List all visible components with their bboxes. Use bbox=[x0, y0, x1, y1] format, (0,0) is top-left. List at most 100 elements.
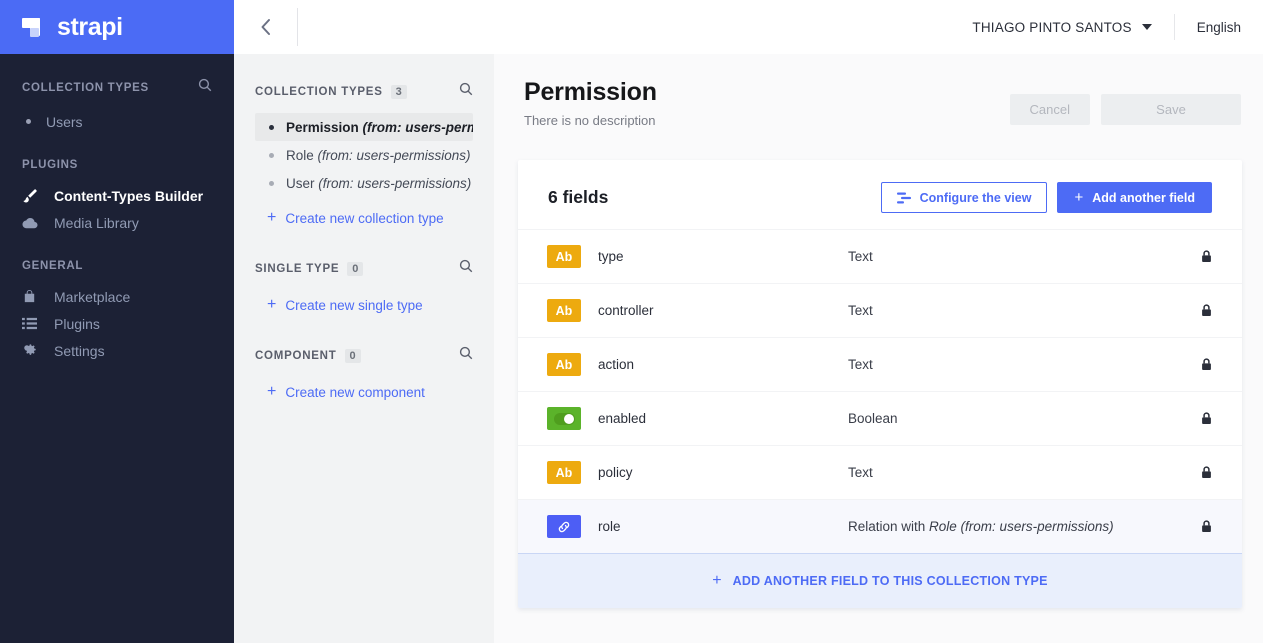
chevron-left-icon[interactable] bbox=[234, 0, 298, 54]
table-row[interactable]: Ab type Text bbox=[518, 229, 1242, 283]
add-another-field-footer-button[interactable]: + ADD ANOTHER FIELD TO THIS COLLECTION T… bbox=[518, 553, 1242, 608]
content-type-name: Role bbox=[286, 147, 314, 163]
save-button[interactable]: Save bbox=[1101, 94, 1241, 125]
field-type: Text bbox=[848, 249, 873, 264]
brand-logo[interactable]: strapi bbox=[0, 0, 234, 54]
add-another-field-button[interactable]: + Add another field bbox=[1057, 182, 1212, 213]
chevron-down-icon bbox=[1141, 24, 1152, 30]
field-type: Text bbox=[848, 357, 873, 372]
sidebar-item-label: Plugins bbox=[54, 315, 100, 332]
sidebar-section-collection-types: COLLECTION TYPES Users bbox=[0, 78, 234, 135]
lock-icon bbox=[1192, 520, 1212, 533]
search-icon[interactable] bbox=[459, 259, 473, 278]
page-header-actions: Cancel Save bbox=[1009, 94, 1241, 125]
content-type-source: (from: users-permis... bbox=[362, 119, 473, 135]
create-new-collection-type-button[interactable]: + Create new collection type bbox=[255, 203, 473, 233]
text-type-icon: Ab bbox=[547, 353, 581, 376]
divider bbox=[297, 8, 298, 46]
list-icon bbox=[22, 316, 42, 331]
sidebar-item-label: Marketplace bbox=[54, 288, 131, 305]
search-icon[interactable] bbox=[459, 82, 473, 101]
page-header: Permission There is no description Cance… bbox=[494, 54, 1263, 128]
cloud-icon bbox=[22, 217, 42, 229]
app-root: strapi COLLECTION TYPES Users PLUGINS Co… bbox=[0, 0, 1263, 643]
text-type-icon: Ab bbox=[547, 461, 581, 484]
content-types-panel: COLLECTION TYPES 3 Permission (from: use… bbox=[234, 0, 494, 643]
table-row[interactable]: enabled Boolean bbox=[518, 391, 1242, 445]
plus-icon: + bbox=[267, 383, 277, 400]
sidebar-section-plugins: PLUGINS Content-Types Builder Media Libr… bbox=[0, 159, 234, 236]
add-another-field-label: Add another field bbox=[1092, 190, 1195, 205]
table-row[interactable]: role Relation with Role (from: users-per… bbox=[518, 499, 1242, 553]
table-row[interactable]: Ab controller Text bbox=[518, 283, 1242, 337]
text-type-icon: Ab bbox=[547, 299, 581, 322]
brand-name: strapi bbox=[57, 12, 123, 41]
bullet-icon bbox=[269, 152, 274, 158]
field-name: action bbox=[598, 357, 635, 372]
sidebar-item-plugins[interactable]: Plugins bbox=[22, 310, 212, 337]
content-type-item-user[interactable]: User (from: users-permissions) bbox=[255, 169, 473, 197]
main-sidebar: strapi COLLECTION TYPES Users PLUGINS Co… bbox=[0, 0, 234, 643]
boolean-type-icon bbox=[547, 407, 581, 430]
content-type-item-role[interactable]: Role (from: users-permissions) bbox=[255, 141, 473, 169]
content-types-panel-topbar bbox=[234, 0, 494, 54]
search-icon[interactable] bbox=[459, 346, 473, 365]
collection-types-count: 3 bbox=[390, 84, 407, 99]
table-row[interactable]: Ab policy Text bbox=[518, 445, 1242, 499]
field-type-target: Role (from: users-permissions) bbox=[929, 519, 1114, 534]
sidebar-section-label: COLLECTION TYPES bbox=[22, 81, 149, 94]
fields-count-title: 6 fields bbox=[548, 187, 609, 207]
field-type: Text bbox=[848, 465, 873, 480]
sidebar-section-header: PLUGINS bbox=[22, 159, 212, 171]
sidebar-item-settings[interactable]: Settings bbox=[22, 337, 212, 364]
text-type-icon: Ab bbox=[547, 245, 581, 268]
cancel-button[interactable]: Cancel bbox=[1009, 94, 1090, 125]
lock-icon bbox=[1192, 250, 1212, 263]
search-icon[interactable] bbox=[198, 78, 212, 97]
shopping-bag-icon bbox=[22, 289, 42, 304]
page-description: There is no description bbox=[524, 113, 656, 128]
plus-icon: + bbox=[267, 296, 277, 313]
sidebar-item-label: Users bbox=[46, 113, 83, 130]
component-count: 0 bbox=[344, 348, 361, 363]
single-type-count: 0 bbox=[347, 261, 364, 276]
table-row[interactable]: Ab action Text bbox=[518, 337, 1242, 391]
language-selector[interactable]: English bbox=[1197, 20, 1241, 35]
single-type-label: SINGLE TYPE bbox=[255, 262, 340, 275]
content-type-item-permission[interactable]: Permission (from: users-permis... bbox=[255, 113, 473, 141]
divider bbox=[1173, 14, 1175, 40]
content-type-source: (from: users-permissions) bbox=[317, 147, 471, 163]
field-name: enabled bbox=[598, 411, 647, 426]
sidebar-item-users[interactable]: Users bbox=[22, 108, 212, 135]
configure-the-view-button[interactable]: Configure the view bbox=[880, 182, 1048, 213]
user-menu-button[interactable]: THIAGO PINTO SANTOS bbox=[972, 20, 1152, 35]
sidebar-item-content-types-builder[interactable]: Content-Types Builder bbox=[22, 182, 212, 209]
single-type-header: SINGLE TYPE 0 bbox=[255, 259, 473, 278]
bullet-icon bbox=[269, 124, 274, 130]
collection-types-label: COLLECTION TYPES bbox=[255, 85, 383, 98]
relation-type-icon bbox=[547, 515, 581, 538]
sidebar-item-label: Content-Types Builder bbox=[54, 187, 204, 204]
main-content: THIAGO PINTO SANTOS English Permission T… bbox=[494, 0, 1263, 643]
sidebar-item-label: Settings bbox=[54, 342, 105, 359]
component-header: COMPONENT 0 bbox=[255, 346, 473, 365]
create-new-component-button[interactable]: + Create new component bbox=[255, 377, 473, 407]
field-name: policy bbox=[598, 465, 633, 480]
sidebar-item-media-library[interactable]: Media Library bbox=[22, 209, 212, 236]
plus-icon: + bbox=[1074, 189, 1084, 206]
field-type: Relation with Role (from: users-permissi… bbox=[848, 519, 1114, 534]
sidebar-item-label: Media Library bbox=[54, 214, 139, 231]
configure-the-view-label: Configure the view bbox=[919, 190, 1032, 205]
field-name: controller bbox=[598, 303, 654, 318]
strapi-logo-icon bbox=[22, 15, 48, 39]
sidebar-item-marketplace[interactable]: Marketplace bbox=[22, 283, 212, 310]
create-new-single-type-button[interactable]: + Create new single type bbox=[255, 290, 473, 320]
lock-icon bbox=[1192, 358, 1212, 371]
fields-card: 6 fields Configure the view + Add anothe… bbox=[518, 160, 1242, 608]
fields-card-actions: Configure the view + Add another field bbox=[880, 182, 1212, 213]
brush-icon bbox=[22, 188, 42, 204]
plus-icon: + bbox=[712, 572, 722, 589]
bullet-icon bbox=[26, 119, 31, 124]
content-type-name: User bbox=[286, 175, 315, 191]
lock-icon bbox=[1192, 412, 1212, 425]
